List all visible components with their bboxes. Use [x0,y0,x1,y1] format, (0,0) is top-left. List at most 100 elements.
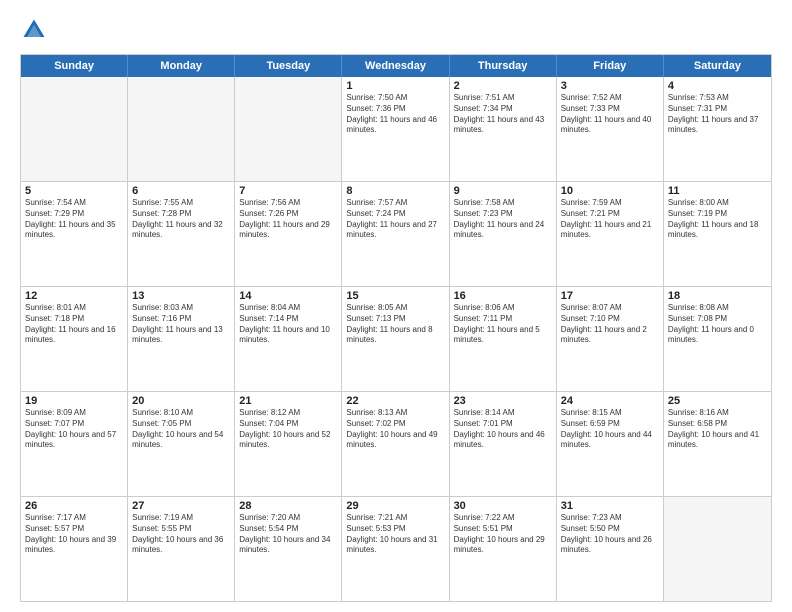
day-cell: 3Sunrise: 7:52 AM Sunset: 7:33 PM Daylig… [557,77,664,181]
day-info: Sunrise: 7:57 AM Sunset: 7:24 PM Dayligh… [346,198,444,241]
day-number: 25 [668,395,767,407]
day-cell: 8Sunrise: 7:57 AM Sunset: 7:24 PM Daylig… [342,182,449,286]
page: SundayMondayTuesdayWednesdayThursdayFrid… [0,0,792,612]
logo [20,16,52,44]
day-number: 13 [132,290,230,302]
day-number: 2 [454,80,552,92]
day-info: Sunrise: 8:03 AM Sunset: 7:16 PM Dayligh… [132,303,230,346]
day-number: 6 [132,185,230,197]
day-info: Sunrise: 8:12 AM Sunset: 7:04 PM Dayligh… [239,408,337,451]
calendar-row: 26Sunrise: 7:17 AM Sunset: 5:57 PM Dayli… [21,496,771,601]
day-number: 10 [561,185,659,197]
day-number: 16 [454,290,552,302]
day-number: 8 [346,185,444,197]
day-number: 9 [454,185,552,197]
day-cell: 30Sunrise: 7:22 AM Sunset: 5:51 PM Dayli… [450,497,557,601]
day-number: 31 [561,500,659,512]
day-info: Sunrise: 7:58 AM Sunset: 7:23 PM Dayligh… [454,198,552,241]
day-cell: 14Sunrise: 8:04 AM Sunset: 7:14 PM Dayli… [235,287,342,391]
day-info: Sunrise: 7:21 AM Sunset: 5:53 PM Dayligh… [346,513,444,556]
calendar-row: 12Sunrise: 8:01 AM Sunset: 7:18 PM Dayli… [21,286,771,391]
calendar-body: 1Sunrise: 7:50 AM Sunset: 7:36 PM Daylig… [21,77,771,601]
empty-cell [664,497,771,601]
weekday-header: Monday [128,55,235,77]
day-number: 17 [561,290,659,302]
day-info: Sunrise: 8:10 AM Sunset: 7:05 PM Dayligh… [132,408,230,451]
day-info: Sunrise: 7:23 AM Sunset: 5:50 PM Dayligh… [561,513,659,556]
day-info: Sunrise: 8:00 AM Sunset: 7:19 PM Dayligh… [668,198,767,241]
day-cell: 5Sunrise: 7:54 AM Sunset: 7:29 PM Daylig… [21,182,128,286]
day-cell: 26Sunrise: 7:17 AM Sunset: 5:57 PM Dayli… [21,497,128,601]
weekday-header: Tuesday [235,55,342,77]
calendar-row: 5Sunrise: 7:54 AM Sunset: 7:29 PM Daylig… [21,181,771,286]
calendar: SundayMondayTuesdayWednesdayThursdayFrid… [20,54,772,602]
day-info: Sunrise: 8:14 AM Sunset: 7:01 PM Dayligh… [454,408,552,451]
day-info: Sunrise: 8:04 AM Sunset: 7:14 PM Dayligh… [239,303,337,346]
day-number: 14 [239,290,337,302]
day-info: Sunrise: 7:52 AM Sunset: 7:33 PM Dayligh… [561,93,659,136]
day-info: Sunrise: 7:22 AM Sunset: 5:51 PM Dayligh… [454,513,552,556]
weekday-header: Thursday [450,55,557,77]
day-cell: 15Sunrise: 8:05 AM Sunset: 7:13 PM Dayli… [342,287,449,391]
day-info: Sunrise: 8:06 AM Sunset: 7:11 PM Dayligh… [454,303,552,346]
day-info: Sunrise: 7:20 AM Sunset: 5:54 PM Dayligh… [239,513,337,556]
day-cell: 6Sunrise: 7:55 AM Sunset: 7:28 PM Daylig… [128,182,235,286]
day-cell: 24Sunrise: 8:15 AM Sunset: 6:59 PM Dayli… [557,392,664,496]
day-number: 22 [346,395,444,407]
day-number: 4 [668,80,767,92]
day-cell: 9Sunrise: 7:58 AM Sunset: 7:23 PM Daylig… [450,182,557,286]
day-cell: 25Sunrise: 8:16 AM Sunset: 6:58 PM Dayli… [664,392,771,496]
day-cell: 29Sunrise: 7:21 AM Sunset: 5:53 PM Dayli… [342,497,449,601]
empty-cell [128,77,235,181]
day-number: 7 [239,185,337,197]
day-cell: 17Sunrise: 8:07 AM Sunset: 7:10 PM Dayli… [557,287,664,391]
day-info: Sunrise: 7:17 AM Sunset: 5:57 PM Dayligh… [25,513,123,556]
day-number: 24 [561,395,659,407]
day-cell: 16Sunrise: 8:06 AM Sunset: 7:11 PM Dayli… [450,287,557,391]
logo-icon [20,16,48,44]
day-cell: 12Sunrise: 8:01 AM Sunset: 7:18 PM Dayli… [21,287,128,391]
day-cell: 23Sunrise: 8:14 AM Sunset: 7:01 PM Dayli… [450,392,557,496]
day-number: 23 [454,395,552,407]
weekday-header: Saturday [664,55,771,77]
day-number: 5 [25,185,123,197]
day-number: 27 [132,500,230,512]
empty-cell [21,77,128,181]
calendar-row: 1Sunrise: 7:50 AM Sunset: 7:36 PM Daylig… [21,77,771,181]
day-info: Sunrise: 8:05 AM Sunset: 7:13 PM Dayligh… [346,303,444,346]
day-cell: 28Sunrise: 7:20 AM Sunset: 5:54 PM Dayli… [235,497,342,601]
day-number: 11 [668,185,767,197]
day-number: 26 [25,500,123,512]
day-info: Sunrise: 7:51 AM Sunset: 7:34 PM Dayligh… [454,93,552,136]
day-number: 21 [239,395,337,407]
day-info: Sunrise: 8:09 AM Sunset: 7:07 PM Dayligh… [25,408,123,451]
day-number: 19 [25,395,123,407]
day-info: Sunrise: 7:50 AM Sunset: 7:36 PM Dayligh… [346,93,444,136]
day-info: Sunrise: 8:07 AM Sunset: 7:10 PM Dayligh… [561,303,659,346]
calendar-row: 19Sunrise: 8:09 AM Sunset: 7:07 PM Dayli… [21,391,771,496]
weekday-header: Sunday [21,55,128,77]
day-cell: 4Sunrise: 7:53 AM Sunset: 7:31 PM Daylig… [664,77,771,181]
day-cell: 27Sunrise: 7:19 AM Sunset: 5:55 PM Dayli… [128,497,235,601]
day-cell: 2Sunrise: 7:51 AM Sunset: 7:34 PM Daylig… [450,77,557,181]
day-cell: 19Sunrise: 8:09 AM Sunset: 7:07 PM Dayli… [21,392,128,496]
day-info: Sunrise: 8:16 AM Sunset: 6:58 PM Dayligh… [668,408,767,451]
day-cell: 31Sunrise: 7:23 AM Sunset: 5:50 PM Dayli… [557,497,664,601]
header [20,16,772,44]
day-cell: 10Sunrise: 7:59 AM Sunset: 7:21 PM Dayli… [557,182,664,286]
day-info: Sunrise: 7:59 AM Sunset: 7:21 PM Dayligh… [561,198,659,241]
weekday-header: Friday [557,55,664,77]
day-number: 1 [346,80,444,92]
day-number: 12 [25,290,123,302]
day-info: Sunrise: 8:15 AM Sunset: 6:59 PM Dayligh… [561,408,659,451]
day-info: Sunrise: 7:54 AM Sunset: 7:29 PM Dayligh… [25,198,123,241]
day-number: 28 [239,500,337,512]
day-number: 15 [346,290,444,302]
day-number: 29 [346,500,444,512]
day-cell: 13Sunrise: 8:03 AM Sunset: 7:16 PM Dayli… [128,287,235,391]
day-cell: 7Sunrise: 7:56 AM Sunset: 7:26 PM Daylig… [235,182,342,286]
empty-cell [235,77,342,181]
day-info: Sunrise: 7:53 AM Sunset: 7:31 PM Dayligh… [668,93,767,136]
day-cell: 11Sunrise: 8:00 AM Sunset: 7:19 PM Dayli… [664,182,771,286]
day-info: Sunrise: 8:08 AM Sunset: 7:08 PM Dayligh… [668,303,767,346]
